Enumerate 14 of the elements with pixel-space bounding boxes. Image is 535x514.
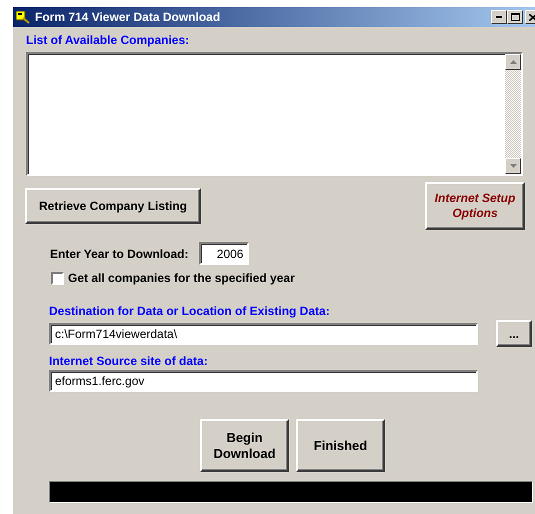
finished-button[interactable]: Finished [296,419,385,472]
retrieve-button[interactable]: Retrieve Company Listing [25,188,201,224]
source-label: Internet Source site of data: [49,354,209,368]
checkbox-label: Get all companies for the specified year [68,271,295,285]
begin-download-button[interactable]: Begin Download [200,419,289,472]
year-label: Enter Year to Download: [50,246,188,260]
destination-field[interactable]: c:\Form714viewerdata\ [49,322,478,344]
destination-label: Destination for Data or Location of Existing Data: [49,304,331,318]
window-title: Form 714 Viewer Data Download [35,10,222,24]
setup-options-button[interactable]: Internet Setup Options [425,182,525,230]
browse-button[interactable]: ... [496,320,532,347]
year-field[interactable]: 2006 [199,242,250,265]
list-label: List of Available Companies: [26,33,190,47]
source-field[interactable]: eforms1.ferc.gov [49,370,478,392]
